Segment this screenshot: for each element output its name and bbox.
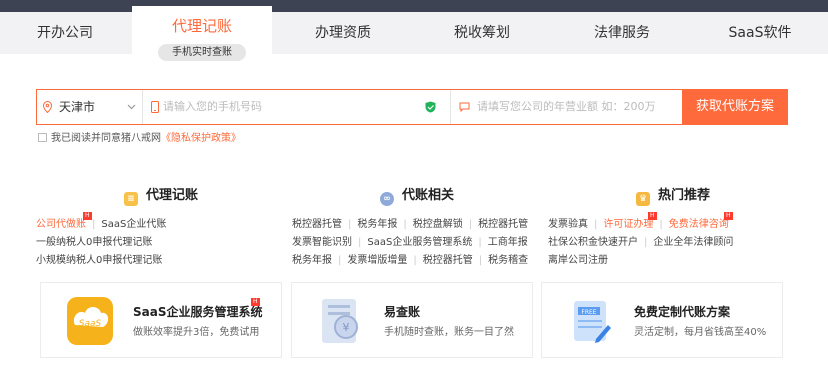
link-item[interactable]: 许可证办理 [603,219,653,230]
agreement-text: 我已阅读并同意猪八戒网 [51,133,161,144]
link-item[interactable]: 税控器托管 [423,255,473,266]
svg-text:SaaS: SaaS [79,319,102,329]
card-saas[interactable]: SaaS SaaS企业服务管理系统 做账效率提升3倍，免费试用 H [40,282,282,358]
quote-form: 天津市 请输入您的手机号码 请填写您公司的年营业额 如：200万 获取代账方案 [36,89,788,125]
tab-company[interactable]: 开办公司 [0,12,130,54]
link-item[interactable]: 税控盘解锁 [413,219,463,230]
card-desc: 手机随时查账，账务一目了然 [384,327,514,338]
hot-badge: H [251,298,260,306]
location-pin-icon [43,101,52,113]
chevron-down-icon [127,104,136,110]
account-book-icon: ¥ [322,299,358,343]
link-item[interactable]: 税务年报 [292,255,332,266]
link-item[interactable]: 小规模纳税人0申报代理记账 [36,255,162,266]
card-desc: 灵活定制，每月省钱高至40% [634,327,767,338]
hot-badge: H [83,212,92,220]
link-item[interactable]: 离岸公司注册 [548,255,608,266]
column-title-related: ∞ 代账相关 [380,186,454,206]
tab-legal[interactable]: 法律服务 [552,12,692,54]
service-tabs: 开办公司 代理记账 办理资质 税收筹划 法律服务 SaaS软件 [0,6,828,54]
link-icon: ∞ [380,192,394,206]
revenue-input[interactable]: 请填写您公司的年营业额 如：200万 [451,90,683,124]
link-item[interactable]: 税务年报 [357,219,397,230]
city-select[interactable]: 天津市 [37,90,143,124]
card-title: 免费定制代账方案 [634,305,731,319]
shield-check-icon [425,101,436,113]
link-item[interactable]: 税控器托管 [478,219,528,230]
link-item[interactable]: SaaS企业服务管理系统 [367,237,472,248]
card-easy-check[interactable]: ¥ 易查账 手机随时查账，账务一目了然 [291,282,533,358]
tab-tax-planning[interactable]: 税收筹划 [412,12,552,54]
city-value: 天津市 [59,100,96,114]
free-document-icon: FREE [574,301,611,343]
phone-icon [151,101,159,113]
link-item[interactable]: 税务稽查 [488,255,528,266]
privacy-policy-link[interactable]: 《隐私保护政策》 [161,133,241,144]
link-item[interactable]: 发票验真 [548,219,588,230]
link-item[interactable]: 社保公积金快速开户 [548,237,638,248]
svg-text:FREE: FREE [581,309,596,316]
column-title-bookkeeping: ≡ 代理记账 [124,186,198,206]
saas-logo-icon: SaaS [67,297,113,345]
column-title-recommend: ♛ 热门推荐 [636,186,710,206]
link-item[interactable]: 发票智能识别 [292,237,352,248]
hot-badge: H [724,212,733,220]
hot-badge: H [648,212,657,220]
agreement-row: 我已阅读并同意猪八戒网《隐私保护政策》 [38,132,241,146]
link-item[interactable]: 公司代做账 [36,219,86,230]
link-item[interactable]: SaaS企业代账 [101,219,166,230]
top-bar [0,0,828,12]
link-item[interactable]: 税控器托管 [292,219,342,230]
ledger-icon: ≡ [124,192,138,206]
phone-placeholder: 请输入您的手机号码 [163,100,262,113]
svg-text:¥: ¥ [343,321,350,334]
trophy-icon: ♛ [636,192,650,206]
agree-checkbox[interactable] [38,133,47,142]
chat-icon [459,102,470,112]
card-free-plan[interactable]: FREE 免费定制代账方案 灵活定制，每月省钱高至40% [541,282,783,358]
tab-qualification[interactable]: 办理资质 [274,12,412,54]
get-plan-button[interactable]: 获取代账方案 [682,89,788,125]
card-title: SaaS企业服务管理系统 [133,305,263,319]
tab-saas[interactable]: SaaS软件 [692,12,828,54]
card-title: 易查账 [384,305,421,319]
link-item[interactable]: 企业全年法律顾问 [653,237,733,248]
card-desc: 做账效率提升3倍，免费试用 [133,327,260,338]
phone-input[interactable]: 请输入您的手机号码 [143,90,451,124]
link-item[interactable]: 发票增版增量 [347,255,407,266]
revenue-placeholder: 请填写您公司的年营业额 如：200万 [477,100,656,113]
link-item[interactable]: 工商年报 [488,237,528,248]
tab-subtitle: 手机实时查账 [158,44,246,61]
link-item[interactable]: 免费法律咨询 [669,219,729,230]
link-item[interactable]: 一般纳税人0申报代理记账 [36,237,152,248]
